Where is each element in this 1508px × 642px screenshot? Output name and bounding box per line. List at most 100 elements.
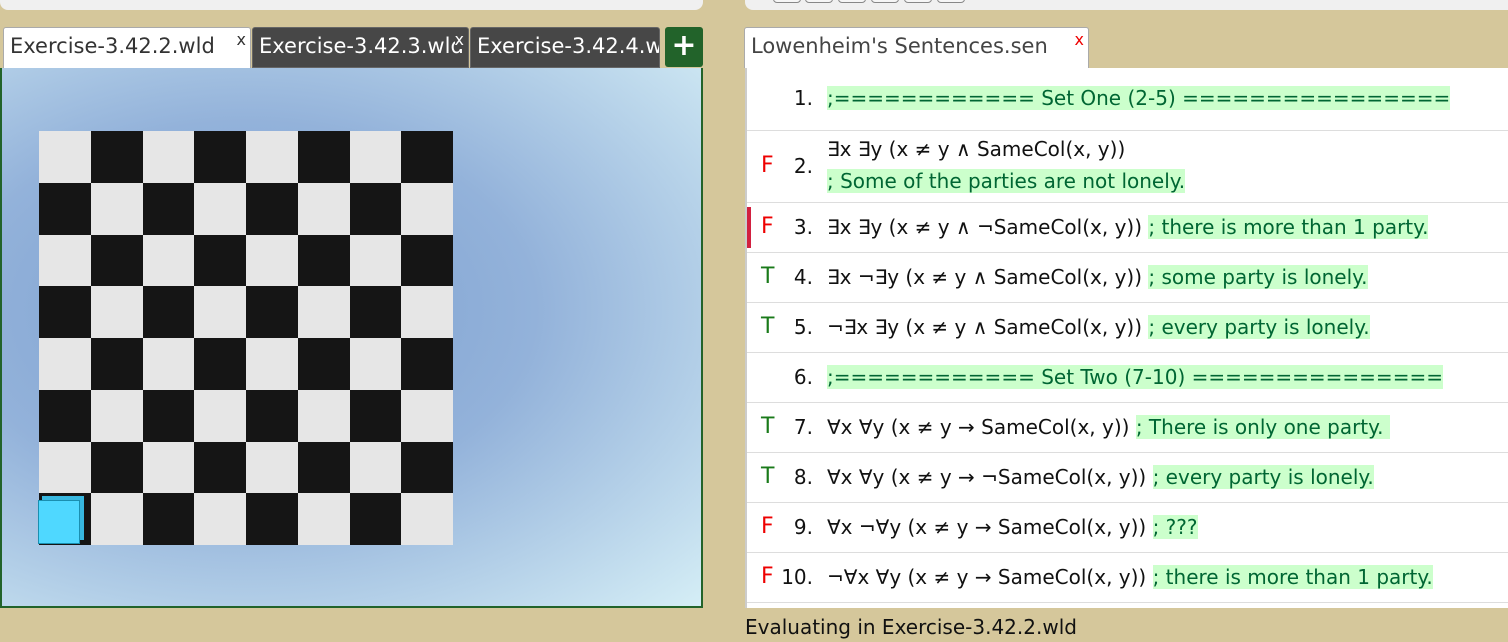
board-square[interactable] [401, 441, 453, 494]
tab-world-2[interactable]: Exercise-3.42.3.wld x [252, 27, 469, 68]
board-square[interactable] [39, 234, 91, 287]
toolbar-button[interactable] [904, 0, 932, 3]
board-square[interactable] [142, 131, 195, 183]
board-square[interactable] [246, 131, 298, 183]
board-square[interactable] [39, 131, 91, 183]
comment: ; ??? [1152, 515, 1198, 539]
board-square[interactable] [349, 286, 402, 338]
board-square[interactable] [90, 389, 143, 442]
status-text: Evaluating in Exercise-3.42.2.wld [745, 615, 1077, 639]
board-square[interactable] [194, 441, 246, 494]
tab-world-1[interactable]: Exercise-3.42.2.wld x [3, 27, 251, 68]
board-square[interactable] [297, 493, 350, 545]
sentence-row[interactable]: T 5. ¬∃x ∃y (x ≠ y ∧ SameCol(x, y)) ; ever… [747, 303, 1508, 353]
board-square[interactable] [142, 441, 195, 494]
sentence-row[interactable]: F 3. ∃x ∃y (x ≠ y ∧ ¬SameCol(x, y)) ; ther… [747, 203, 1508, 253]
board-square[interactable] [90, 131, 143, 183]
board-square[interactable] [90, 441, 143, 494]
board-square[interactable] [401, 493, 453, 545]
board-square[interactable] [90, 182, 143, 235]
comment: ; every party is lonely. [1152, 465, 1374, 489]
board-square[interactable] [246, 389, 298, 442]
board-square[interactable] [349, 389, 402, 442]
close-icon[interactable]: x [1075, 30, 1084, 49]
board-square[interactable] [246, 286, 298, 338]
board-square[interactable] [297, 234, 350, 287]
board-square[interactable] [194, 493, 246, 545]
board-square[interactable] [194, 286, 246, 338]
board-square[interactable] [90, 286, 143, 338]
board-square[interactable] [349, 182, 402, 235]
board-square[interactable] [39, 389, 91, 442]
board-square[interactable] [194, 182, 246, 235]
toolbar-button[interactable] [773, 0, 801, 3]
tab-world-3[interactable]: Exercise-3.42.4.wld [470, 27, 660, 68]
sentence-row[interactable]: F 9. ∀x ¬∀y (x ≠ y → SameCol(x, y)) ; ??? [747, 503, 1508, 553]
toolbar-button[interactable] [871, 0, 899, 3]
board-square[interactable] [349, 234, 402, 287]
board-square[interactable] [297, 389, 350, 442]
board-square[interactable] [401, 338, 453, 390]
board-square[interactable] [401, 131, 453, 183]
board-square[interactable] [297, 338, 350, 390]
board-square[interactable] [349, 441, 402, 494]
board-square[interactable] [142, 389, 195, 442]
board-square[interactable] [246, 441, 298, 494]
board-square[interactable] [297, 286, 350, 338]
board-square[interactable] [194, 338, 246, 390]
board-square[interactable] [246, 182, 298, 235]
board-square[interactable] [349, 338, 402, 390]
chessboard[interactable] [39, 131, 453, 545]
toolbar-button[interactable] [805, 0, 833, 3]
board-square[interactable] [142, 286, 195, 338]
sentence-row[interactable]: F 10. ¬∀x ∀y (x ≠ y → SameCol(x, y)) ; the… [747, 553, 1508, 603]
board-square[interactable] [401, 234, 453, 287]
sentence-row[interactable]: T 7. ∀x ∀y (x ≠ y → SameCol(x, y)) ; There… [747, 403, 1508, 453]
board-square[interactable] [194, 234, 246, 287]
board-square[interactable] [90, 493, 143, 545]
board-square[interactable] [142, 182, 195, 235]
toolbar-button[interactable] [937, 0, 965, 3]
comment: ; every party is lonely. [1148, 315, 1370, 339]
board-square[interactable] [297, 441, 350, 494]
sentence-row[interactable]: 6. ;============ Set Two (7-10) =========… [747, 353, 1508, 403]
formula: ¬∀x ∀y (x ≠ y → SameCol(x, y)) [827, 565, 1147, 589]
board-square[interactable] [90, 234, 143, 287]
board-square[interactable] [349, 493, 402, 545]
sentence-row[interactable]: 1. ;============ Set One (2-5) ==========… [747, 68, 1508, 131]
world-view[interactable] [0, 68, 703, 608]
comment: ; There is only one party. [1135, 415, 1390, 439]
board-square[interactable] [39, 338, 91, 390]
comment: ; some party is lonely. [1148, 265, 1368, 289]
close-icon[interactable]: x [454, 30, 464, 49]
board-square[interactable] [246, 338, 298, 390]
board-square[interactable] [142, 493, 195, 545]
board-square[interactable] [142, 338, 195, 390]
board-square[interactable] [401, 389, 453, 442]
board-square[interactable] [246, 234, 298, 287]
board-square[interactable] [297, 131, 350, 183]
sentence-row[interactable]: T 8. ∀x ∀y (x ≠ y → ¬SameCol(x, y)) ; ever… [747, 453, 1508, 503]
board-square[interactable] [39, 286, 91, 338]
add-tab-button[interactable]: + [665, 27, 703, 67]
board-square[interactable] [194, 389, 246, 442]
tab-label: Exercise-3.42.4.wld [477, 34, 659, 58]
board-square[interactable] [142, 234, 195, 287]
sentence-number: 7. [793, 415, 813, 439]
board-square[interactable] [401, 182, 453, 235]
board-square[interactable] [401, 286, 453, 338]
board-square[interactable] [90, 338, 143, 390]
board-square[interactable] [349, 131, 402, 183]
cube-object[interactable] [38, 500, 80, 544]
board-square[interactable] [39, 441, 91, 494]
board-square[interactable] [39, 182, 91, 235]
board-square[interactable] [246, 493, 298, 545]
close-icon[interactable]: x [237, 30, 246, 49]
sentence-row[interactable]: T 4. ∃x ¬∃y (x ≠ y ∧ SameCol(x, y)) ; some… [747, 253, 1508, 303]
tab-sentences[interactable]: Lowenheim's Sentences.sen x [744, 27, 1089, 68]
toolbar-button[interactable] [838, 0, 866, 3]
formula: ∃x ∃y (x ≠ y ∧ ¬SameCol(x, y)) [827, 215, 1143, 239]
sentence-row[interactable]: F 2. ∃x ∃y (x ≠ y ∧ SameCol(x, y)); Some o… [747, 131, 1508, 203]
board-square[interactable] [297, 182, 350, 235]
board-square[interactable] [194, 131, 246, 183]
